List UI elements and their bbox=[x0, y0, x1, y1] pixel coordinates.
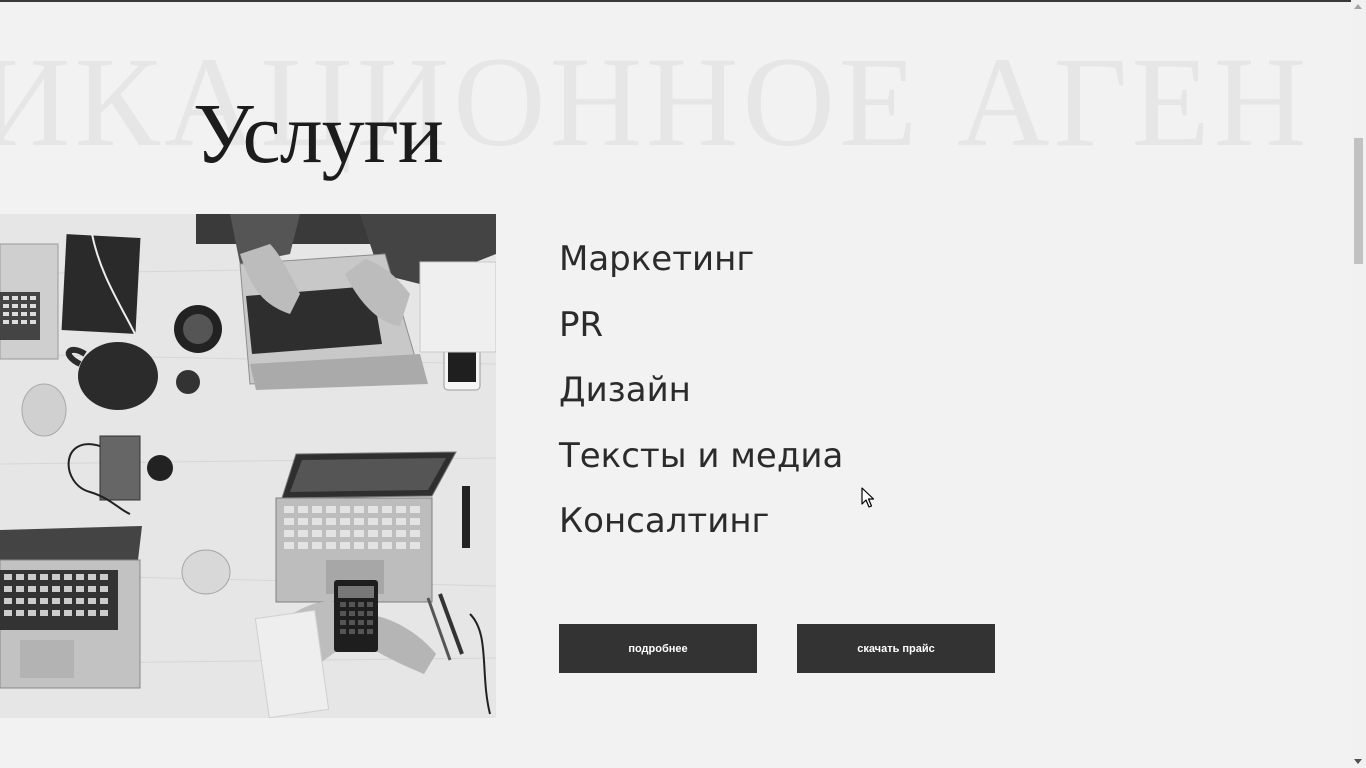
header-divider bbox=[0, 0, 1351, 2]
services-list: Маркетинг PR Дизайн Тексты и медиа Конса… bbox=[559, 238, 843, 566]
service-item-consulting[interactable]: Консалтинг bbox=[559, 500, 843, 566]
section-title: Услуги bbox=[193, 85, 444, 181]
more-button[interactable]: подробнее bbox=[559, 624, 757, 673]
page: ИКАЦИОННОЕ АГЕН Услуги Маркетинг PR Диза… bbox=[0, 0, 1366, 768]
service-item-texts-media[interactable]: Тексты и медиа bbox=[559, 435, 843, 501]
scroll-down-arrow-icon[interactable] bbox=[1354, 759, 1362, 764]
service-item-pr[interactable]: PR bbox=[559, 304, 843, 370]
scroll-up-arrow-icon[interactable] bbox=[1354, 4, 1362, 9]
service-item-marketing[interactable]: Маркетинг bbox=[559, 238, 843, 304]
download-price-button[interactable]: скачать прайс bbox=[797, 624, 995, 673]
scrollbar-thumb[interactable] bbox=[1354, 138, 1363, 264]
arrow-pointer-icon bbox=[861, 487, 875, 508]
service-item-design[interactable]: Дизайн bbox=[559, 369, 843, 435]
vertical-scrollbar[interactable] bbox=[1351, 0, 1366, 768]
services-photo bbox=[0, 214, 496, 718]
